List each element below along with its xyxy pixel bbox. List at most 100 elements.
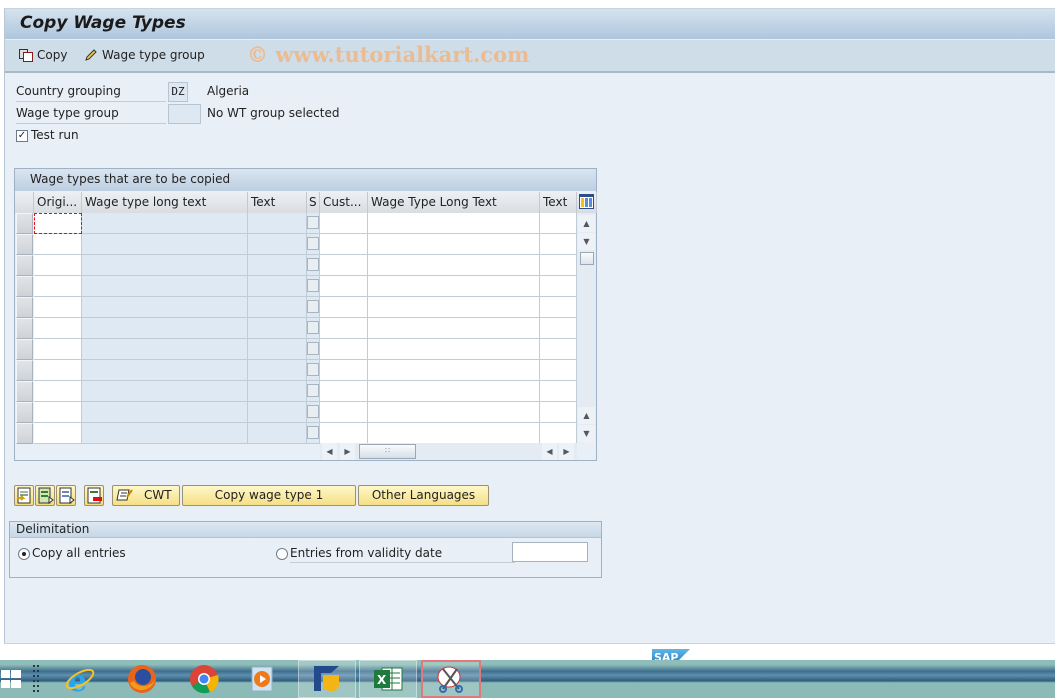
cell-text-2[interactable]: [540, 318, 577, 339]
column-header-customer[interactable]: Cust...: [320, 192, 368, 213]
row-selector[interactable]: [16, 213, 33, 234]
cell-wage-type-long-text-2[interactable]: [368, 381, 540, 402]
row-selector[interactable]: [16, 381, 33, 402]
taskbar-excel[interactable]: X: [359, 660, 417, 698]
validity-date-input[interactable]: [512, 542, 588, 562]
country-grouping-input[interactable]: DZ: [168, 82, 188, 102]
row-selector[interactable]: [16, 402, 33, 423]
cell-wage-type-long-text-2[interactable]: [368, 339, 540, 360]
cell-wage-type-long-text-2[interactable]: [368, 402, 540, 423]
cell-text-2[interactable]: [540, 381, 577, 402]
cell-original[interactable]: [34, 339, 82, 360]
taskbar-firefox[interactable]: [122, 660, 162, 698]
select-all-header[interactable]: [15, 192, 34, 213]
s-checkbox[interactable]: [307, 363, 319, 376]
cell-original[interactable]: [34, 318, 82, 339]
cell-customer[interactable]: [320, 381, 368, 402]
task-view-button[interactable]: [30, 660, 44, 698]
s-checkbox[interactable]: [307, 384, 319, 397]
scroll-thumb[interactable]: [580, 252, 594, 265]
test-run-checkbox[interactable]: ✓: [16, 130, 28, 142]
row-selector[interactable]: [16, 234, 33, 255]
cell-original[interactable]: [34, 234, 82, 255]
insert-row-button[interactable]: [14, 485, 34, 506]
cell-text-2[interactable]: [540, 339, 577, 360]
cell-original[interactable]: [34, 360, 82, 381]
cell-customer[interactable]: [320, 423, 368, 444]
cell-text-2[interactable]: [540, 360, 577, 381]
column-header-wage-type-long-text-2[interactable]: Wage Type Long Text: [368, 192, 540, 213]
s-checkbox[interactable]: [307, 216, 319, 229]
cell-wage-type-long-text-2[interactable]: [368, 234, 540, 255]
cell-text-2[interactable]: [540, 297, 577, 318]
s-checkbox[interactable]: [307, 300, 319, 313]
s-checkbox[interactable]: [307, 426, 319, 439]
row-selector[interactable]: [16, 423, 33, 444]
delete-row-button[interactable]: [84, 485, 104, 506]
copy-button[interactable]: Copy: [19, 48, 67, 62]
cell-wage-type-long-text-2[interactable]: [368, 297, 540, 318]
cell-customer[interactable]: [320, 339, 368, 360]
cell-original[interactable]: [34, 423, 82, 444]
cell-customer[interactable]: [320, 402, 368, 423]
cell-wage-type-long-text-2[interactable]: [368, 360, 540, 381]
row-selector[interactable]: [16, 318, 33, 339]
cell-original[interactable]: [34, 402, 82, 423]
taskbar-snipping-tool[interactable]: [421, 660, 481, 698]
s-checkbox[interactable]: [307, 279, 319, 292]
taskbar-internet-explorer[interactable]: e: [60, 660, 100, 698]
cell-original[interactable]: [34, 297, 82, 318]
horizontal-scroll-thumb[interactable]: ∷: [359, 444, 416, 459]
wage-type-group-button[interactable]: Wage type group: [84, 48, 205, 62]
row-selector[interactable]: [16, 360, 33, 381]
row-selector[interactable]: [16, 255, 33, 276]
row-selector[interactable]: [16, 276, 33, 297]
cell-customer[interactable]: [320, 318, 368, 339]
cell-original[interactable]: [34, 255, 82, 276]
horizontal-scrollbar[interactable]: ◀ ▶ ∷ ◀ ▶: [320, 443, 577, 460]
cell-wage-type-long-text-2[interactable]: [368, 213, 540, 234]
scroll-page-up-button[interactable]: ▲: [578, 407, 595, 424]
cell-customer[interactable]: [320, 297, 368, 318]
copy-all-entries-radio[interactable]: [18, 548, 30, 560]
taskbar-media-player[interactable]: [246, 660, 280, 698]
cell-wage-type-long-text-2[interactable]: [368, 423, 540, 444]
column-header-wage-type-long-text[interactable]: Wage type long text: [82, 192, 248, 213]
scroll-up-button[interactable]: ▲: [578, 215, 595, 232]
cell-text-2[interactable]: [540, 255, 577, 276]
select-all-button[interactable]: [35, 485, 55, 506]
deselect-all-button[interactable]: [56, 485, 76, 506]
cell-text-2[interactable]: [540, 213, 577, 234]
cell-text-2[interactable]: [540, 423, 577, 444]
column-header-s[interactable]: S: [307, 192, 320, 213]
cell-customer[interactable]: [320, 234, 368, 255]
cell-customer[interactable]: [320, 360, 368, 381]
cell-text-2[interactable]: [540, 234, 577, 255]
cell-wage-type-long-text-2[interactable]: [368, 255, 540, 276]
cell-original[interactable]: [34, 276, 82, 297]
taskbar-sap-logon[interactable]: [298, 660, 356, 698]
cell-text-2[interactable]: [540, 402, 577, 423]
validity-date-radio[interactable]: [276, 548, 288, 560]
vertical-scrollbar[interactable]: ▲ ▼ ▲ ▼: [577, 213, 596, 442]
scroll-right-end-button[interactable]: ▶: [559, 443, 574, 460]
column-header-original[interactable]: Origi...: [34, 192, 82, 213]
other-languages-button[interactable]: Other Languages: [358, 485, 489, 506]
s-checkbox[interactable]: [307, 321, 319, 334]
cell-wage-type-long-text-2[interactable]: [368, 318, 540, 339]
copy-wage-type-button[interactable]: Copy wage type 1: [182, 485, 356, 506]
wage-type-group-input[interactable]: [168, 104, 201, 124]
scroll-down-button[interactable]: ▼: [578, 233, 595, 250]
scroll-left-end-button[interactable]: ◀: [542, 443, 557, 460]
s-checkbox[interactable]: [307, 405, 319, 418]
s-checkbox[interactable]: [307, 342, 319, 355]
taskbar-chrome[interactable]: [184, 660, 224, 698]
cell-text-2[interactable]: [540, 276, 577, 297]
start-button[interactable]: [0, 660, 22, 698]
cell-customer[interactable]: [320, 255, 368, 276]
column-config-button[interactable]: [577, 192, 597, 213]
scroll-right-button[interactable]: ▶: [340, 443, 355, 460]
column-header-text[interactable]: Text: [248, 192, 307, 213]
scroll-left-button[interactable]: ◀: [322, 443, 337, 460]
cell-original-focused[interactable]: [34, 213, 82, 234]
